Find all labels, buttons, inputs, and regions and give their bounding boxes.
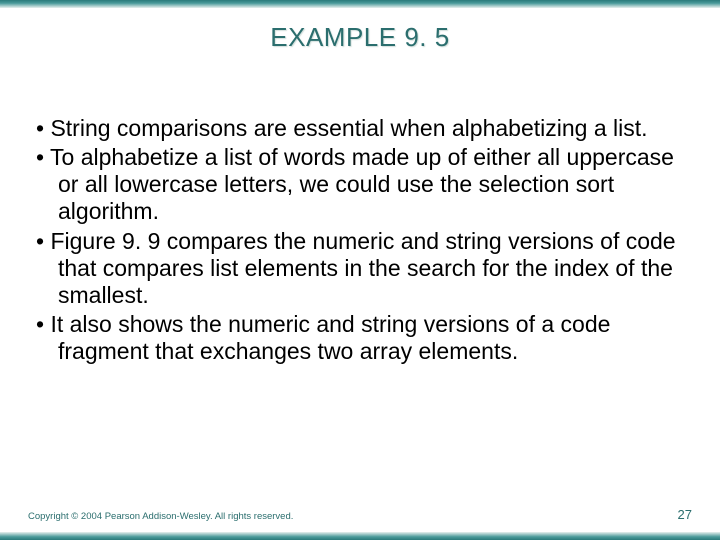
bullet-list: String comparisons are essential when al… — [28, 115, 692, 365]
top-border-decoration — [0, 0, 720, 8]
bullet-item: String comparisons are essential when al… — [28, 115, 692, 142]
slide-title: EXAMPLE 9. 5 — [0, 22, 720, 53]
bullet-item: Figure 9. 9 compares the numeric and str… — [28, 228, 692, 309]
bullet-item: It also shows the numeric and string ver… — [28, 311, 692, 365]
bullet-item: To alphabetize a list of words made up o… — [28, 144, 692, 225]
bottom-border-decoration — [0, 532, 720, 540]
content-area: String comparisons are essential when al… — [0, 115, 720, 365]
footer: Copyright © 2004 Pearson Addison-Wesley.… — [28, 507, 692, 522]
copyright-text: Copyright © 2004 Pearson Addison-Wesley.… — [28, 511, 293, 522]
page-number: 27 — [678, 507, 692, 522]
